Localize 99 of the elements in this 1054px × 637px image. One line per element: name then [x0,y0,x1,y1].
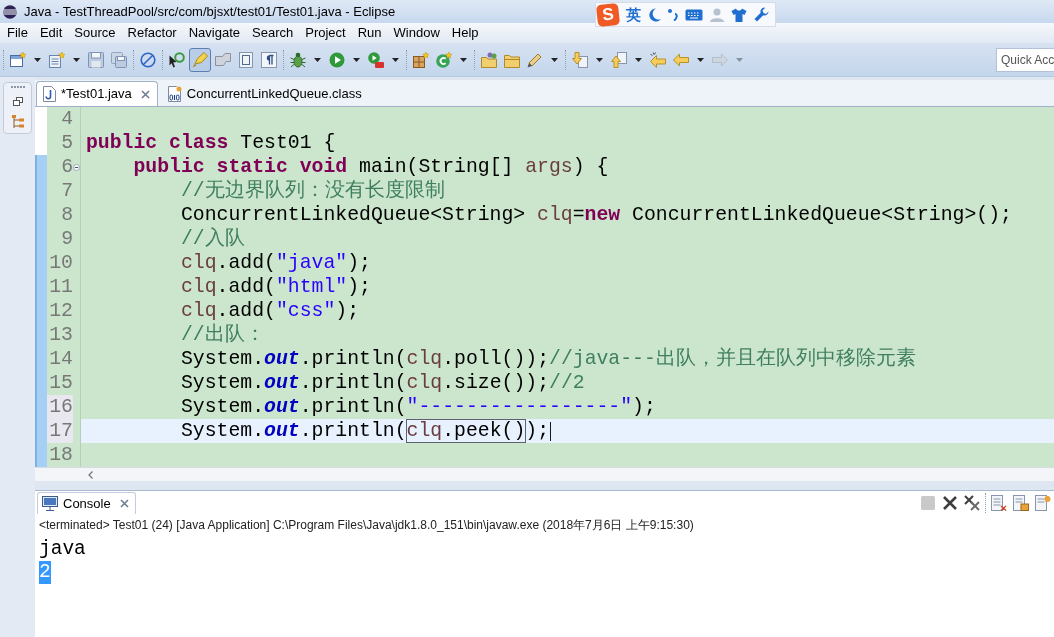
app-logo-icon [3,4,17,19]
bug-icon [290,51,306,68]
document-lines-icon [991,495,1007,511]
moon-icon [648,7,661,22]
ring-pointer-icon [169,51,185,68]
code-line: //无边界队列：没有长度限制 [180,179,445,203]
chevron-left-icon [88,470,93,479]
block-icon [215,51,231,68]
caret-icon [314,57,321,62]
horizontal-scrollbar[interactable] [35,467,1054,481]
line-number: 15 [48,371,73,395]
document-lock-icon [1013,495,1029,511]
line-number: 7 [60,179,73,203]
code-line: clq.add("html"); [180,275,371,299]
caret-icon [697,57,704,62]
menu-item[interactable]: Run [357,25,382,41]
line-number: 12 [48,299,73,323]
code-line: public class Test01 { [86,131,336,155]
caret-icon [73,57,80,62]
window-title: Java - TestThreadPool/src/com/bjsxt/test01/Test01.java - Eclipse [24,3,396,20]
monitor-icon [42,496,58,511]
line-number: 4 [60,107,73,131]
punctuation-icon [668,8,678,21]
arrow-left-star-icon [650,51,666,68]
menu-item[interactable]: Edit [39,25,63,41]
input-mode-label[interactable]: 英 [626,5,641,24]
line-number: 13 [48,323,73,347]
menu-item[interactable]: Window [393,25,440,41]
menu-item[interactable]: File [7,25,28,41]
code-line: System.out.println(clq.poll());//java---出队，并且在队列中移除元素 [180,347,916,371]
console-output-line: java [39,538,86,561]
menu-item[interactable]: Project [305,25,346,41]
caret-icon [551,57,558,62]
caret-icon [353,57,360,62]
package-star-icon [413,51,429,68]
code-line: System.out.println(clq.size());//2 [180,371,585,395]
stop-icon [920,495,936,511]
line-number: 18 [48,443,73,467]
pen-icon [527,51,543,68]
code-line: System.out.println(clq.peek()); [180,419,550,443]
shirt-icon [731,7,747,22]
caret-icon [34,57,41,62]
caret-icon [596,57,603,62]
arrow-left-icon [673,51,689,68]
code-line: public static void main(String[] args) { [133,155,609,179]
close-icon [119,499,129,508]
line-number: 9 [60,227,73,251]
menu-item[interactable]: Refactor [127,25,177,41]
paragraph-icon [261,51,277,68]
hierarchy-button[interactable] [9,114,26,130]
code-line: //出队： [180,323,265,347]
caret-icon [736,57,743,62]
code-line: ConcurrentLinkedQueue<String> clq=new ConcurrentLinkedQueue<String>(); [180,203,1012,227]
user-icon [710,7,724,22]
code-line: //入队 [180,227,245,251]
line-number: 16 [47,395,73,419]
line-number: 10 [48,251,73,275]
file-icon [43,86,56,102]
caret-icon [635,57,642,62]
play-toolbox-icon [368,51,384,68]
keyboard-icon [685,8,703,21]
x-icon [942,495,958,511]
file-icon [167,86,182,102]
menu-item[interactable]: Help [451,25,479,41]
document-star-icon [49,51,65,68]
caret-icon [392,57,399,62]
caret-icon [460,57,467,62]
arrow-right-icon [712,51,728,68]
arrow-down-icon [572,51,588,68]
code-line: clq.add("css"); [180,299,360,323]
line-number: 11 [48,275,73,299]
close-icon [140,89,150,99]
play-icon [329,51,345,68]
console-tab[interactable]: Console [37,492,136,514]
console-status: <terminated> Test01 (24) [Java Application] C:\Program Files\Java\jdk1.8.0_151\bin\javaw.exe (2018年7月6日 上午9:15:30) [38,517,695,534]
menu-item[interactable]: Search [252,25,294,41]
floppy-disks-icon [111,51,127,68]
menu-item[interactable]: Source [74,25,116,41]
editor-tab[interactable]: *Test01.java [36,81,158,106]
highlighter-icon [192,51,208,68]
line-number: 5 [60,131,73,155]
arrow-up-icon [611,51,627,68]
line-number: 17 [47,419,73,443]
code-line: System.out.println("-----------------"); [180,395,656,419]
line-number: 8 [60,203,73,227]
document-pin-icon [1035,495,1051,511]
menu-item[interactable]: Navigate [188,25,240,41]
wrench-icon [754,7,769,22]
slashed-circle-icon [140,51,156,68]
hierarchy-icon [11,115,24,129]
double-x-icon [964,495,980,511]
framed-document-icon [238,51,254,68]
code-line: clq.add("java"); [180,251,371,275]
quick-access-field[interactable]: Quick Acc [996,47,1054,72]
folder-people-icon [481,51,497,68]
restore-icon [12,96,23,106]
editor-tab[interactable]: ConcurrentLinkedQueue.class [160,81,370,106]
line-number: 14 [48,347,73,371]
line-number: 6 [60,155,73,179]
